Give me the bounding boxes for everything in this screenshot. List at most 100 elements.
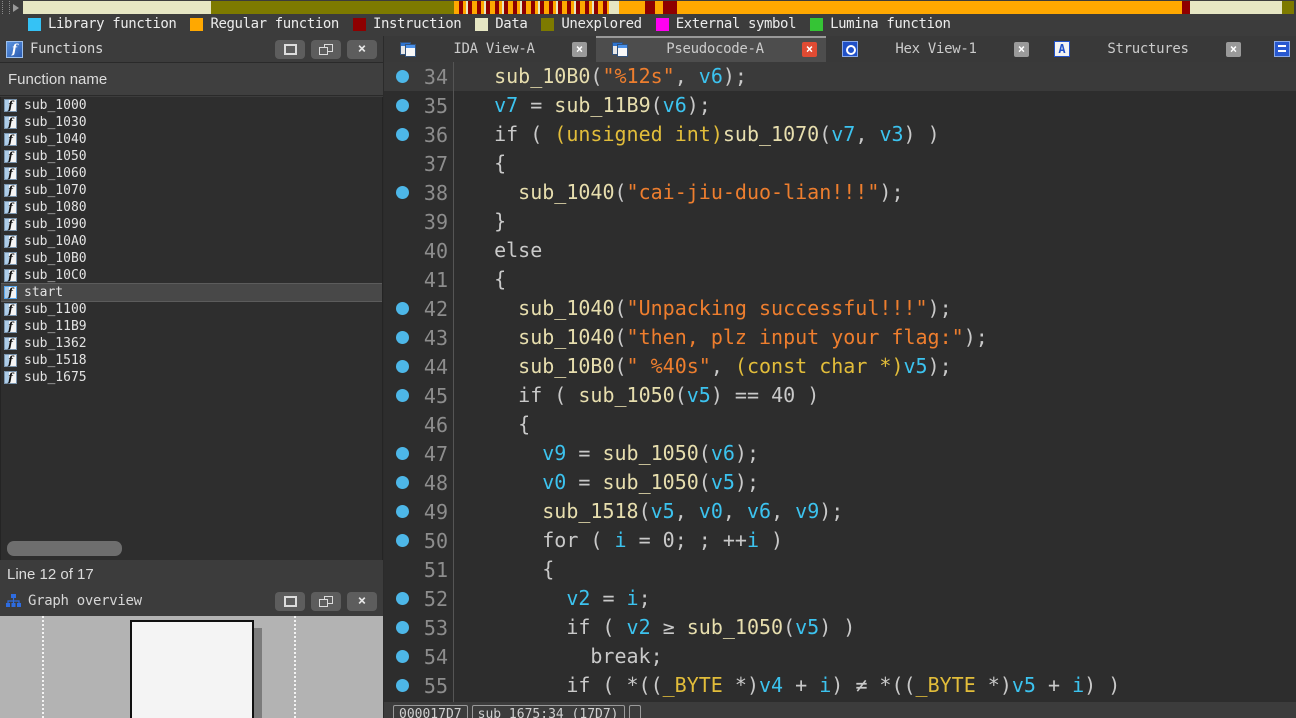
function-list-item[interactable]: fsub_1030 bbox=[1, 114, 382, 131]
float-button[interactable] bbox=[311, 592, 341, 611]
line-number: 43 bbox=[409, 326, 448, 350]
navband-segment[interactable] bbox=[1190, 1, 1282, 14]
function-list-item[interactable]: fsub_1675 bbox=[1, 369, 382, 386]
line-number: 47 bbox=[409, 442, 448, 466]
tab-close-button[interactable]: × bbox=[1014, 42, 1029, 57]
pseudocode-line[interactable]: 40else bbox=[384, 236, 1296, 265]
navband-segment[interactable] bbox=[655, 1, 663, 14]
line-mark-icon[interactable] bbox=[396, 476, 409, 489]
functions-hscrollbar[interactable] bbox=[0, 537, 383, 560]
line-mark-icon[interactable] bbox=[396, 650, 409, 663]
pseudocode-line[interactable]: 50for ( i = 0; ; ++i ) bbox=[384, 526, 1296, 555]
line-mark-icon[interactable] bbox=[396, 505, 409, 518]
pseudocode-line[interactable]: 44sub_10B0(" %40s", (const char *)v5); bbox=[384, 352, 1296, 381]
pseudocode-line[interactable]: 35v7 = sub_11B9(v6); bbox=[384, 91, 1296, 120]
navband-segment[interactable] bbox=[677, 1, 1182, 14]
graph-viewport-rect[interactable] bbox=[130, 620, 254, 718]
tab-close-button[interactable]: × bbox=[802, 42, 817, 57]
line-mark-icon[interactable] bbox=[396, 186, 409, 199]
line-mark-icon[interactable] bbox=[396, 679, 409, 692]
navband-segment[interactable] bbox=[211, 1, 454, 14]
window-list-icon[interactable] bbox=[1274, 41, 1290, 57]
line-mark-icon[interactable] bbox=[396, 389, 409, 402]
pseudocode-line[interactable]: 34sub_10B0("%12s", v6); bbox=[384, 62, 1296, 91]
navband-segment[interactable] bbox=[663, 1, 677, 14]
navband-segment[interactable] bbox=[454, 1, 609, 14]
pseudocode-line[interactable]: 54break; bbox=[384, 642, 1296, 671]
function-list-item[interactable]: fsub_1080 bbox=[1, 199, 382, 216]
function-list-item[interactable]: fsub_1518 bbox=[1, 352, 382, 369]
navband-segment[interactable] bbox=[645, 1, 655, 14]
maximize-button[interactable] bbox=[275, 40, 305, 59]
line-mark-icon[interactable] bbox=[396, 128, 409, 141]
line-mark-icon[interactable] bbox=[396, 331, 409, 344]
function-icon: f bbox=[4, 184, 17, 197]
function-list-item[interactable]: fsub_1070 bbox=[1, 182, 382, 199]
line-mark-icon[interactable] bbox=[396, 447, 409, 460]
pseudocode-line[interactable]: 49sub_1518(v5, v0, v6, v9); bbox=[384, 497, 1296, 526]
code-text: sub_1040("then, plz input your flag:"); bbox=[448, 323, 1296, 352]
function-list-item[interactable]: fsub_1362 bbox=[1, 335, 382, 352]
function-list-item[interactable]: fsub_10A0 bbox=[1, 233, 382, 250]
line-mark-icon[interactable] bbox=[396, 592, 409, 605]
line-mark-icon[interactable] bbox=[396, 360, 409, 373]
scrollbar-thumb[interactable] bbox=[7, 541, 122, 556]
navband-segments[interactable] bbox=[23, 1, 1296, 14]
function-list-item[interactable]: fsub_11B9 bbox=[1, 318, 382, 335]
line-mark-icon[interactable] bbox=[396, 99, 409, 112]
function-list-item[interactable]: fsub_1060 bbox=[1, 165, 382, 182]
code-text: sub_10B0("%12s", v6); bbox=[448, 62, 1296, 91]
tab-close-button[interactable]: × bbox=[572, 42, 587, 57]
pseudocode-line[interactable]: 41{ bbox=[384, 265, 1296, 294]
pseudocode-line[interactable]: 38sub_1040("cai-jiu-duo-lian!!!"); bbox=[384, 178, 1296, 207]
navigation-band[interactable] bbox=[0, 0, 1296, 15]
navband-segment[interactable] bbox=[23, 1, 211, 14]
graph-overview-window: Graph overview × bbox=[0, 588, 383, 718]
pseudocode-line[interactable]: 39} bbox=[384, 207, 1296, 236]
function-list-item[interactable]: fsub_1000 bbox=[1, 97, 382, 114]
pseudocode-line[interactable]: 36if ( (unsigned int)sub_1070(v7, v3) ) bbox=[384, 120, 1296, 149]
navband-segment[interactable] bbox=[1282, 1, 1294, 14]
line-mark-icon[interactable] bbox=[396, 534, 409, 547]
tab-close-button[interactable]: × bbox=[1226, 42, 1241, 57]
maximize-button[interactable] bbox=[275, 592, 305, 611]
navband-segment[interactable] bbox=[1182, 1, 1190, 14]
pseudocode-line[interactable]: 47v9 = sub_1050(v6); bbox=[384, 439, 1296, 468]
pseudocode-line[interactable]: 46{ bbox=[384, 410, 1296, 439]
float-button[interactable] bbox=[311, 40, 341, 59]
function-list-item[interactable]: fsub_10C0 bbox=[1, 267, 382, 284]
function-list-item[interactable]: fsub_1040 bbox=[1, 131, 382, 148]
pseudocode-line[interactable]: 48v0 = sub_1050(v5); bbox=[384, 468, 1296, 497]
line-mark-icon[interactable] bbox=[396, 70, 409, 83]
tab-ida-view-a[interactable]: IDA View-A × bbox=[384, 36, 596, 62]
pseudocode-line[interactable]: 45if ( sub_1050(v5) == 40 ) bbox=[384, 381, 1296, 410]
function-list-item[interactable]: fsub_10B0 bbox=[1, 250, 382, 267]
close-button[interactable]: × bbox=[347, 40, 377, 59]
tab-structures[interactable]: AStructures× bbox=[1038, 36, 1250, 62]
pseudocode-line[interactable]: 53if ( v2 ≥ sub_1050(v5) ) bbox=[384, 613, 1296, 642]
pseudocode-view[interactable]: 34sub_10B0("%12s", v6);35v7 = sub_11B9(v… bbox=[384, 62, 1296, 702]
pseudocode-line[interactable]: 43sub_1040("then, plz input your flag:")… bbox=[384, 323, 1296, 352]
line-mark-icon[interactable] bbox=[396, 302, 409, 315]
line-mark-icon[interactable] bbox=[396, 621, 409, 634]
pseudocode-line[interactable]: 52v2 = i; bbox=[384, 584, 1296, 613]
tab-pseudocode-a[interactable]: Pseudocode-A× bbox=[596, 36, 826, 62]
navband-segment[interactable] bbox=[619, 1, 645, 14]
status-cell bbox=[629, 705, 641, 718]
function-list-item[interactable]: fsub_1090 bbox=[1, 216, 382, 233]
pseudocode-line[interactable]: 42sub_1040("Unpacking successful!!!"); bbox=[384, 294, 1296, 323]
pseudocode-line[interactable]: 51{ bbox=[384, 555, 1296, 584]
graph-overview-canvas[interactable] bbox=[0, 616, 383, 718]
tab-hex-view-1[interactable]: Hex View-1× bbox=[826, 36, 1038, 62]
function-list-item[interactable]: fsub_1050 bbox=[1, 148, 382, 165]
navband-arrow-icon[interactable] bbox=[13, 4, 19, 12]
navband-segment[interactable] bbox=[609, 1, 619, 14]
function-list-item[interactable]: fstart bbox=[1, 284, 382, 301]
toolbar-drag-handle[interactable] bbox=[2, 1, 10, 14]
pseudocode-line[interactable]: 55if ( *((_BYTE *)v4 + i) ≠ *((_BYTE *)v… bbox=[384, 671, 1296, 700]
pseudocode-line[interactable]: 37{ bbox=[384, 149, 1296, 178]
column-header-function-name[interactable]: Function name bbox=[0, 62, 383, 96]
tab-label: IDA View-A bbox=[424, 41, 564, 57]
close-button[interactable]: × bbox=[347, 592, 377, 611]
function-list-item[interactable]: fsub_1100 bbox=[1, 301, 382, 318]
